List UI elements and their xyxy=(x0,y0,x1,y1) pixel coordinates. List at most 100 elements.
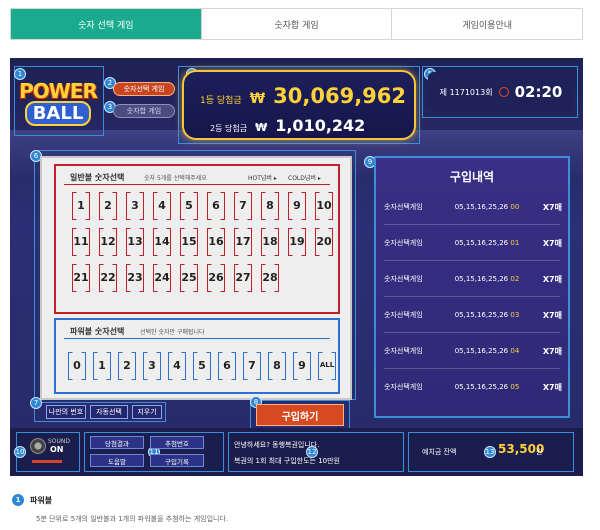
regular-number-24[interactable]: 24 xyxy=(151,264,173,290)
buy-button[interactable]: 구입하기 xyxy=(256,404,344,426)
purchase-history: 구입내역 숫자선택게임 05,15,16,25,26 00 X7매 숫자선택게임 05,… xyxy=(374,156,570,418)
regular-number-26[interactable]: 26 xyxy=(205,264,227,290)
first-prize-label: 1등 당첨금 xyxy=(200,96,242,106)
number-select-mode-button[interactable]: 숫자선택 게임 xyxy=(113,82,175,96)
powerball-number-6[interactable]: 6 xyxy=(216,352,238,378)
auto-select-button[interactable]: 자동선택 xyxy=(90,405,128,419)
clear-button[interactable]: 지우기 xyxy=(132,405,162,419)
regular-ball-hint: 숫자 5개를 선택해주세요 xyxy=(144,175,207,182)
clock-icon xyxy=(498,87,509,97)
regular-number-5[interactable]: 5 xyxy=(178,192,200,218)
hot-number-button[interactable]: HOT넘버 ▸ xyxy=(248,173,277,182)
info-section: 1 파워볼 5분 단위로 5개의 일반볼과 1개의 파워볼을 추첨하는 게임입니… xyxy=(12,494,228,524)
regular-number-14[interactable]: 14 xyxy=(151,228,173,254)
history-row: 숫자선택게임 05,15,16,25,26 00 X7매 xyxy=(384,198,562,216)
regular-number-2[interactable]: 2 xyxy=(97,192,119,218)
regular-number-22[interactable]: 22 xyxy=(97,264,119,290)
annotation-badge-10: 10 xyxy=(14,446,26,458)
won-icon: ₩ xyxy=(255,121,268,134)
regular-number-6[interactable]: 6 xyxy=(205,192,227,218)
regular-number-21[interactable]: 21 xyxy=(70,264,92,290)
powerball-number-3[interactable]: 3 xyxy=(141,352,163,378)
history-powerball: 04 xyxy=(510,347,520,355)
regular-number-8[interactable]: 8 xyxy=(259,192,281,218)
history-numbers: 05,15,16,25,26 05 xyxy=(454,383,520,391)
history-row: 숫자선택게임 05,15,16,25,26 02 X7매 xyxy=(384,270,562,288)
regular-number-11[interactable]: 11 xyxy=(70,228,92,254)
tab-number-sum[interactable]: 숫자합 게임 xyxy=(200,9,392,39)
draw-numbers-button[interactable]: 추첨번호 xyxy=(150,436,204,449)
powerball-all[interactable]: ALL xyxy=(316,352,338,378)
sound-toggle[interactable]: SOUND ON xyxy=(30,436,74,468)
regular-number-27[interactable]: 27 xyxy=(232,264,254,290)
regular-ball-section: 일반볼 숫자선택 숫자 5개를 선택해주세요 HOT넘버 ▸ COLD넘버 ▸ … xyxy=(54,164,340,314)
regular-number-12[interactable]: 12 xyxy=(97,228,119,254)
regular-number-7[interactable]: 7 xyxy=(232,192,254,218)
regular-number-10[interactable]: 10 xyxy=(313,192,335,218)
history-row: 숫자선택게임 05,15,16,25,26 05 X7매 xyxy=(384,378,562,396)
history-row: 숫자선택게임 05,15,16,25,26 03 X7매 xyxy=(384,306,562,324)
regular-number-17[interactable]: 17 xyxy=(232,228,254,254)
history-numbers: 05,15,16,25,26 03 xyxy=(454,311,520,319)
powerball-number-9[interactable]: 9 xyxy=(291,352,313,378)
cold-number-button[interactable]: COLD넘버 ▸ xyxy=(288,173,321,182)
number-sum-mode-button[interactable]: 숫자합 게임 xyxy=(113,104,175,118)
regular-number-18[interactable]: 18 xyxy=(259,228,281,254)
history-count: X7매 xyxy=(542,202,562,212)
history-title: 구입내역 xyxy=(449,170,495,184)
regular-number-15[interactable]: 15 xyxy=(178,228,200,254)
history-game: 숫자선택게임 xyxy=(384,347,423,355)
regular-number-13[interactable]: 13 xyxy=(124,228,146,254)
sound-label: SOUND xyxy=(48,438,71,445)
regular-number-23[interactable]: 23 xyxy=(124,264,146,290)
powerball-section: 파워볼 숫자선택 선택한 숫자만 구매됩니다 0 1 2 3 4 5 6 7 8 9 ALL xyxy=(54,318,340,394)
powerball-logo: POWER BALL xyxy=(16,70,100,134)
history-count: X7매 xyxy=(542,310,562,320)
regular-number-25[interactable]: 25 xyxy=(178,264,200,290)
tab-game-guide[interactable]: 게임이용안내 xyxy=(391,9,583,39)
regular-number-9[interactable]: 9 xyxy=(286,192,308,218)
history-game: 숫자선택게임 xyxy=(384,275,423,283)
powerball-number-2[interactable]: 2 xyxy=(116,352,138,378)
speaker-icon xyxy=(30,438,46,454)
powerball-number-4[interactable]: 4 xyxy=(166,352,188,378)
round-info: 제 1171013회 02:20 xyxy=(428,72,574,112)
history-numbers: 05,15,16,25,26 02 xyxy=(454,275,520,283)
info-description: 5분 단위로 5개의 일반볼과 1개의 파워볼을 추첨하는 게임입니다. xyxy=(36,515,229,523)
history-game: 숫자선택게임 xyxy=(384,311,423,319)
history-powerball: 02 xyxy=(510,275,520,283)
countdown-timer: 02:20 xyxy=(514,83,563,101)
powerball-game: 1 POWER BALL 2 숫자선택 게임 3 숫자합 게임 4 1등 당첨금… xyxy=(10,58,583,476)
powerball-number-1[interactable]: 1 xyxy=(91,352,113,378)
balance-label: 예치금 잔액 xyxy=(422,448,457,456)
history-numbers: 05,15,16,25,26 00 xyxy=(454,203,520,211)
regular-number-28[interactable]: 28 xyxy=(259,264,281,290)
tab-number-select[interactable]: 숫자 선택 게임 xyxy=(11,9,201,39)
annotation-badge-7: 7 xyxy=(30,397,42,409)
info-title: 파워볼 xyxy=(30,495,53,505)
powerball-number-8[interactable]: 8 xyxy=(266,352,288,378)
regular-number-16[interactable]: 16 xyxy=(205,228,227,254)
history-count: X7매 xyxy=(542,382,562,392)
history-powerball: 05 xyxy=(510,383,520,391)
selection-sheet: 일반볼 숫자선택 숫자 5개를 선택해주세요 HOT넘버 ▸ COLD넘버 ▸ … xyxy=(40,156,352,400)
game-tabs: 숫자 선택 게임 숫자합 게임 게임이용안내 xyxy=(10,8,583,40)
purchase-record-button[interactable]: 구입기록 xyxy=(150,454,204,467)
powerball-number-0[interactable]: 0 xyxy=(66,352,88,378)
volume-slider[interactable] xyxy=(32,460,62,463)
result-button[interactable]: 당첨결과 xyxy=(90,436,144,449)
powerball-number-5[interactable]: 5 xyxy=(191,352,213,378)
regular-number-1[interactable]: 1 xyxy=(70,192,92,218)
powerball-number-7[interactable]: 7 xyxy=(241,352,263,378)
history-powerball: 00 xyxy=(510,203,520,211)
info-badge: 1 xyxy=(12,494,24,506)
regular-number-3[interactable]: 3 xyxy=(124,192,146,218)
help-button[interactable]: 도움말 xyxy=(90,454,144,467)
history-count: X7매 xyxy=(542,346,562,356)
logo-ball-text: BALL xyxy=(24,100,92,126)
my-numbers-button[interactable]: 나만의 번호 xyxy=(46,405,86,419)
balance-unit: 원 xyxy=(536,448,543,456)
regular-number-4[interactable]: 4 xyxy=(151,192,173,218)
regular-number-19[interactable]: 19 xyxy=(286,228,308,254)
regular-number-20[interactable]: 20 xyxy=(313,228,335,254)
